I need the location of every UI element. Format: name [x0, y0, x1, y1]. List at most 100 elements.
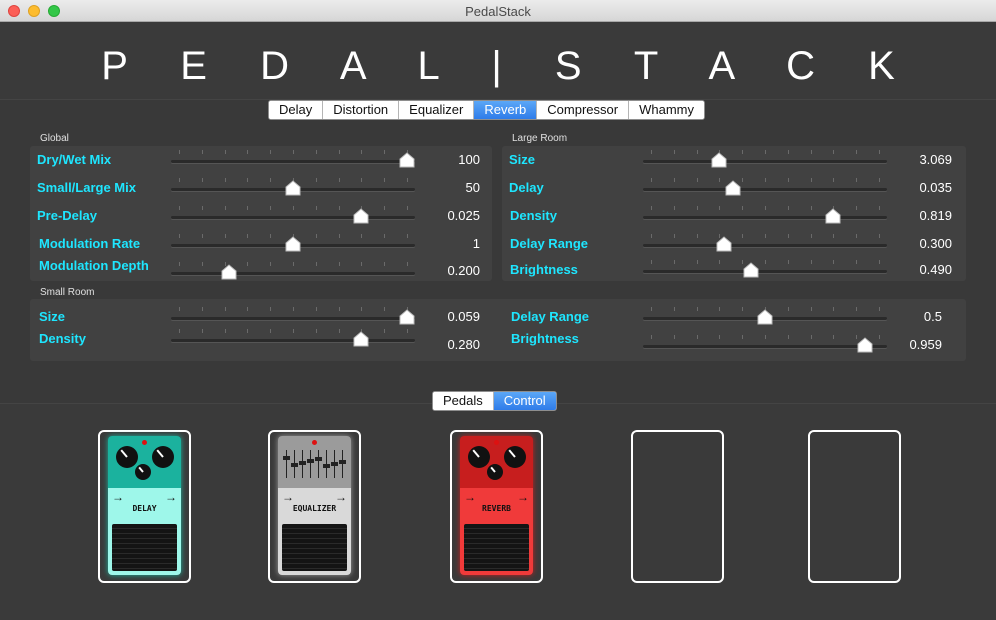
slider-track[interactable] — [643, 270, 887, 273]
effect-tabs: Delay Distortion Equalizer Reverb Compressor… — [268, 100, 705, 120]
slider-track[interactable] — [643, 160, 887, 163]
slider-thumb[interactable] — [399, 309, 415, 325]
slider-tick — [719, 335, 721, 339]
slider-track[interactable] — [171, 339, 415, 342]
param-value-brightness: 0.490 — [919, 262, 952, 277]
empty-pedal-slot[interactable] — [631, 430, 724, 583]
param-slider-brightness[interactable] — [643, 260, 887, 280]
slider-tick — [833, 234, 835, 238]
slider-track[interactable] — [643, 216, 887, 219]
slider-thumb[interactable] — [857, 337, 873, 353]
param-slider-small-large-mix[interactable] — [171, 178, 415, 198]
slider-tick — [765, 335, 766, 339]
slider-tick — [879, 335, 880, 339]
param-slider-size[interactable] — [171, 307, 415, 327]
eq-slider-cap — [283, 456, 290, 460]
tab-reverb[interactable]: Reverb — [474, 101, 538, 119]
param-slider-modulation-rate[interactable] — [171, 234, 415, 254]
param-slider-delay[interactable] — [643, 178, 887, 198]
slider-tick — [270, 178, 272, 182]
slider-tick — [293, 206, 294, 210]
pedal-slot-reverb[interactable]: → → REVERB — [450, 430, 543, 583]
slider-track[interactable] — [171, 216, 415, 219]
slider-tick — [315, 307, 317, 311]
param-slider-pre-delay[interactable] — [171, 206, 415, 226]
pedal-label-panel: → → REVERB — [460, 488, 533, 520]
slider-tick — [879, 206, 880, 210]
slider-thumb[interactable] — [221, 264, 237, 280]
slider-track[interactable] — [643, 188, 887, 191]
slider-track[interactable] — [171, 160, 415, 163]
param-slider-size[interactable] — [643, 150, 887, 170]
param-label-small-large-mix: Small/Large Mix — [37, 180, 136, 195]
slider-thumb[interactable] — [353, 331, 369, 347]
slider-tick — [879, 150, 880, 154]
global-group-title: Global — [40, 133, 69, 144]
slider-tick — [361, 262, 363, 266]
slider-tick — [765, 206, 766, 210]
tab-whammy[interactable]: Whammy — [629, 101, 704, 119]
slider-thumb[interactable] — [725, 180, 741, 196]
slider-tick — [224, 234, 226, 238]
slider-tick — [879, 307, 880, 311]
slider-track[interactable] — [643, 244, 887, 247]
param-label-delay: Delay — [509, 180, 544, 195]
param-slider-dry-wet-mix[interactable] — [171, 150, 415, 170]
param-slider-delay-range[interactable] — [643, 307, 887, 327]
pedal-slot-delay[interactable]: → → DELAY — [98, 430, 191, 583]
footswitch[interactable] — [464, 524, 529, 571]
slider-track[interactable] — [171, 272, 415, 275]
slider-tick — [787, 150, 789, 154]
slider-tick — [361, 307, 363, 311]
slider-thumb[interactable] — [711, 152, 727, 168]
slider-tick — [315, 262, 317, 266]
slider-thumb[interactable] — [285, 236, 301, 252]
param-slider-modulation-depth[interactable] — [171, 262, 415, 282]
footswitch[interactable] — [282, 524, 347, 571]
pedal-knob — [135, 464, 151, 480]
param-slider-delay-range[interactable] — [643, 234, 887, 254]
eq-slider-track — [318, 450, 319, 478]
slider-tick — [833, 178, 835, 182]
slider-tick — [179, 262, 180, 266]
slider-thumb[interactable] — [399, 152, 415, 168]
slider-thumb[interactable] — [825, 208, 841, 224]
slider-tick — [361, 150, 363, 154]
empty-pedal-slot[interactable] — [808, 430, 901, 583]
slider-tick — [765, 260, 766, 264]
footswitch[interactable] — [112, 524, 177, 571]
eq-slider-cap — [331, 462, 338, 466]
slider-thumb[interactable] — [285, 180, 301, 196]
slider-tick — [719, 307, 721, 311]
tab-distortion[interactable]: Distortion — [323, 101, 400, 119]
tab-compressor[interactable]: Compressor — [537, 101, 630, 119]
slider-thumb[interactable] — [353, 208, 369, 224]
toggle-control[interactable]: Control — [493, 392, 556, 410]
slider-thumb[interactable] — [743, 262, 759, 278]
slider-tick — [787, 260, 789, 264]
slider-thumb[interactable] — [716, 236, 732, 252]
param-slider-density[interactable] — [171, 329, 415, 349]
slider-track[interactable] — [171, 317, 415, 320]
pedal-equalizer[interactable]: → → EQUALIZER — [278, 436, 351, 575]
param-slider-brightness[interactable] — [643, 335, 887, 355]
param-label-density: Density — [39, 331, 86, 346]
slider-thumb[interactable] — [757, 309, 773, 325]
pedal-slot-equalizer[interactable]: → → EQUALIZER — [268, 430, 361, 583]
output-arrow-icon: → — [165, 490, 177, 504]
pedal-reverb[interactable]: → → REVERB — [460, 436, 533, 575]
slider-tick — [856, 206, 858, 210]
param-value-size: 3.069 — [919, 152, 952, 167]
tab-delay[interactable]: Delay — [269, 101, 324, 119]
pedal-delay[interactable]: → → DELAY — [108, 436, 181, 575]
slider-tick — [270, 307, 272, 311]
slider-tick — [765, 150, 766, 154]
param-slider-density[interactable] — [643, 206, 887, 226]
eq-slider-cap — [291, 463, 298, 467]
tab-equalizer[interactable]: Equalizer — [399, 101, 475, 119]
slider-track[interactable] — [643, 345, 887, 348]
param-label-size: Size — [39, 309, 66, 324]
slider-tick — [742, 206, 744, 210]
slider-tick — [270, 150, 272, 154]
toggle-pedals[interactable]: Pedals — [433, 392, 494, 410]
